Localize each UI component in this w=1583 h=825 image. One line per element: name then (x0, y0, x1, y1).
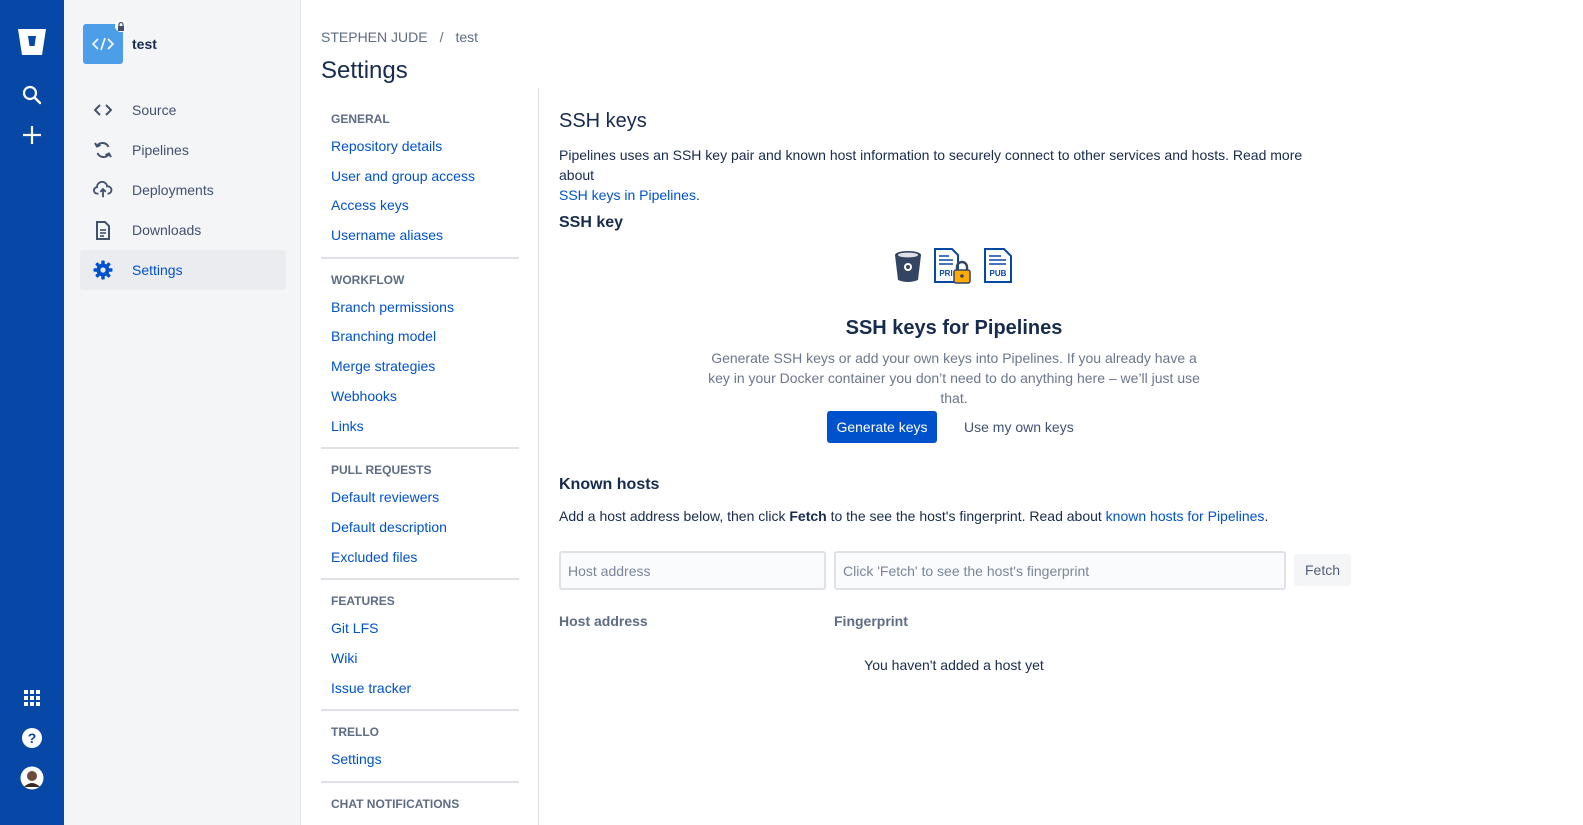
repo-header[interactable]: test (83, 20, 157, 64)
repo-nav-source[interactable]: Source (80, 90, 286, 130)
help-icon[interactable]: ? (16, 722, 48, 754)
app-switcher-icon[interactable] (16, 682, 48, 714)
settings-link-git-lfs[interactable]: Git LFS (321, 614, 519, 644)
breadcrumb-repo[interactable]: test (455, 29, 478, 45)
settings-link-branch-permissions[interactable]: Branch permissions (321, 293, 519, 323)
search-icon[interactable] (16, 79, 48, 111)
use-own-keys-button[interactable]: Use my own keys (952, 411, 1086, 443)
key-illustration: PRI PUB (893, 248, 1013, 289)
settings-group-trello: TRELLO Settings (321, 711, 519, 783)
repo-nav-label: Pipelines (132, 142, 189, 158)
lock-icon (115, 20, 127, 32)
repo-nav-downloads[interactable]: Downloads (80, 210, 286, 250)
settings-link-username-aliases[interactable]: Username aliases (321, 221, 519, 251)
pipelines-heading: SSH keys for Pipelines (845, 317, 1063, 339)
known-desc-part: to the see the host's fingerprint. Read … (826, 508, 1106, 524)
settings-group-features: FEATURES Git LFS Wiki Issue tracker (321, 580, 519, 712)
page-title: Settings (321, 57, 408, 84)
breadcrumb-owner[interactable]: STEPHEN JUDE (321, 29, 428, 45)
plus-icon[interactable] (16, 119, 48, 151)
repo-nav-label: Settings (132, 262, 183, 278)
known-hosts-heading: Known hosts (559, 476, 660, 493)
private-key-icon: PRI (933, 248, 973, 289)
bucket-icon (893, 248, 923, 289)
fingerprint-input[interactable]: Click 'Fetch' to see the host's fingerpr… (834, 551, 1286, 590)
settings-group-general: GENERAL Repository details User and grou… (321, 104, 519, 259)
settings-link-branching-model[interactable]: Branching model (321, 322, 519, 352)
breadcrumb: STEPHEN JUDE / test (321, 29, 478, 45)
settings-group-title: WORKFLOW (331, 272, 405, 287)
known-desc-fetch: Fetch (789, 508, 827, 524)
repo-avatar (83, 20, 127, 64)
settings-link-trello-settings[interactable]: Settings (321, 745, 519, 775)
deployments-icon (93, 180, 113, 200)
content-divider (538, 88, 539, 825)
settings-nav: GENERAL Repository details User and grou… (321, 104, 519, 823)
intro-period: . (695, 187, 700, 203)
column-header-host: Host address (559, 613, 648, 629)
known-hosts-docs-link[interactable]: known hosts for Pipelines (1106, 508, 1265, 524)
repo-name: test (132, 36, 157, 52)
public-key-icon: PUB (983, 248, 1013, 289)
settings-link-links[interactable]: Links (321, 412, 519, 442)
bitbucket-logo[interactable] (16, 26, 48, 58)
pipelines-icon (93, 140, 113, 160)
settings-group-title: CHAT NOTIFICATIONS (331, 797, 460, 811)
repo-nav-pipelines[interactable]: Pipelines (80, 130, 286, 170)
repo-nav: Source Pipelines Deployments Downloads S… (80, 90, 286, 290)
settings-group-workflow: WORKFLOW Branch permissions Branching mo… (321, 259, 519, 450)
settings-link-wiki[interactable]: Wiki (321, 644, 519, 674)
repo-nav-deployments[interactable]: Deployments (80, 170, 286, 210)
svg-text:?: ? (28, 730, 37, 746)
settings-group-title: PULL REQUESTS (331, 463, 432, 478)
user-avatar[interactable] (16, 762, 48, 794)
private-key-label: PRI (939, 269, 952, 278)
intro-text: Pipelines uses an SSH key pair and known… (559, 145, 1339, 205)
gear-icon (93, 260, 113, 280)
settings-link-issue-tracker[interactable]: Issue tracker (321, 674, 519, 704)
settings-link-repository-details[interactable]: Repository details (321, 132, 519, 162)
settings-group-chat-notifications: CHAT NOTIFICATIONS (321, 783, 519, 823)
ssh-key-heading: SSH key (559, 214, 624, 231)
intro-text-body: Pipelines uses an SSH key pair and known… (559, 147, 1303, 183)
settings-group-title: GENERAL (331, 112, 390, 126)
generate-keys-button[interactable]: Generate keys (827, 411, 937, 443)
section-heading: SSH keys (559, 110, 647, 132)
global-nav: ? (0, 0, 64, 825)
repo-sidebar: test Source Pipelines Deployments Downlo… (64, 0, 301, 825)
settings-link-merge-strategies[interactable]: Merge strategies (321, 352, 519, 382)
settings-group-title: FEATURES (331, 594, 395, 609)
known-desc-period: . (1264, 508, 1269, 524)
breadcrumb-separator: / (439, 29, 444, 45)
settings-group-title: TRELLO (331, 725, 379, 740)
repo-nav-settings[interactable]: Settings (80, 250, 286, 290)
repo-nav-label: Deployments (132, 182, 214, 198)
known-desc-part: Add a host address below, then click (559, 508, 790, 524)
repo-nav-label: Downloads (132, 222, 202, 238)
settings-link-excluded-files[interactable]: Excluded files (321, 543, 519, 573)
settings-group-pull-requests: PULL REQUESTS Default reviewers Default … (321, 449, 519, 581)
repo-nav-label: Source (132, 102, 177, 118)
public-key-label: PUB (990, 269, 1007, 278)
fetch-button[interactable]: Fetch (1294, 554, 1351, 586)
column-header-fingerprint: Fingerprint (834, 613, 908, 629)
code-icon (93, 100, 113, 120)
empty-hosts-message: You haven't added a host yet (864, 657, 1044, 673)
known-hosts-description: Add a host address below, then click Fet… (559, 508, 1268, 524)
settings-link-default-description[interactable]: Default description (321, 513, 519, 543)
host-address-input[interactable]: Host address (559, 551, 826, 590)
settings-link-webhooks[interactable]: Webhooks (321, 382, 519, 412)
ssh-keys-docs-link[interactable]: SSH keys in Pipelines (559, 187, 696, 203)
settings-link-default-reviewers[interactable]: Default reviewers (321, 483, 519, 513)
settings-link-access-keys[interactable]: Access keys (321, 191, 519, 221)
settings-link-user-group-access[interactable]: User and group access (321, 162, 519, 192)
pipelines-description: Generate SSH keys or add your own keys i… (708, 350, 1200, 406)
downloads-icon (93, 220, 113, 240)
